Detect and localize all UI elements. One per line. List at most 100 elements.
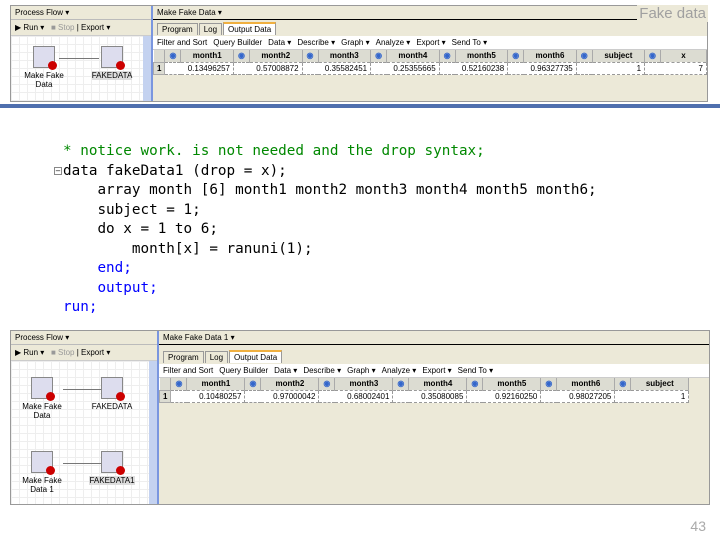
- main-title: Make Fake Data ▾: [153, 6, 707, 20]
- table-cell[interactable]: 0.13496257: [164, 61, 234, 75]
- tab-program[interactable]: Program: [157, 23, 198, 35]
- toolbar-button[interactable]: Graph ▾: [347, 366, 375, 375]
- toolbar-button[interactable]: Graph ▾: [341, 38, 369, 47]
- flow-node-program[interactable]: Make Fake Data 1: [17, 451, 67, 494]
- code-line: * notice work. is not needed and the dro…: [63, 143, 485, 159]
- column-type-icon: ◉: [507, 50, 525, 62]
- table-cell[interactable]: 7: [644, 61, 707, 75]
- toolbar-button[interactable]: Describe ▾: [297, 38, 335, 47]
- toolbar-button[interactable]: Query Builder: [213, 38, 262, 47]
- column-type-icon: ◉: [644, 50, 662, 62]
- flow-canvas: Make Fake Data FAKEDATA: [11, 36, 143, 101]
- column-header[interactable]: month3: [318, 50, 372, 62]
- toolbar-button[interactable]: Filter and Sort: [157, 38, 207, 47]
- tab-log[interactable]: Log: [204, 351, 229, 363]
- divider: [0, 104, 720, 108]
- row-number: 1: [158, 389, 172, 403]
- flow-node-dataset[interactable]: FAKEDATA: [87, 46, 137, 80]
- main-title: Make Fake Data 1 ▾: [159, 331, 709, 345]
- flow-node-program[interactable]: Make Fake Data: [17, 377, 67, 420]
- column-type-icon: ◉: [439, 50, 456, 62]
- export-button[interactable]: Export ▾: [81, 348, 110, 357]
- column-header[interactable]: month2: [260, 378, 320, 390]
- column-type-icon: ◉: [233, 50, 250, 62]
- table-cell[interactable]: 0.96327735: [507, 61, 577, 75]
- flow-node-dataset[interactable]: FAKEDATA1: [87, 451, 137, 485]
- fold-toggle-icon[interactable]: −: [54, 167, 62, 175]
- tab-output-data[interactable]: Output Data: [223, 22, 277, 35]
- column-header[interactable]: month1: [186, 378, 246, 390]
- table-icon: [101, 46, 125, 70]
- page-number: 43: [690, 518, 706, 534]
- table-cell[interactable]: 0.92160250: [466, 389, 542, 403]
- toolbar-button[interactable]: Query Builder: [219, 366, 268, 375]
- table-cell[interactable]: 0.10480257: [170, 389, 246, 403]
- main-panel: Make Fake Data ▾ Program Log Output Data F…: [152, 6, 707, 101]
- table-row: 1 0.13496257 0.57008872 0.35582451 0.2535566…: [152, 61, 707, 75]
- toolbar-button[interactable]: Export ▾: [416, 38, 445, 47]
- column-header[interactable]: month4: [386, 50, 440, 62]
- toolbar-button[interactable]: Data ▾: [268, 38, 291, 47]
- scrollbar[interactable]: [143, 36, 151, 101]
- process-flow-title: Process Flow ▾: [11, 6, 151, 20]
- column-header[interactable]: month6: [556, 378, 616, 390]
- column-type-icon: ◉: [244, 378, 262, 390]
- toolbar-button[interactable]: Describe ▾: [303, 366, 341, 375]
- table-cell[interactable]: 0.97000042: [244, 389, 320, 403]
- tabs: Program Log Output Data: [159, 345, 709, 364]
- column-header[interactable]: subject: [592, 50, 646, 62]
- stop-button[interactable]: ■ Stop: [51, 23, 75, 32]
- column-type-icon: ◉: [170, 378, 188, 390]
- column-header[interactable]: month5: [482, 378, 542, 390]
- header-row: ◉ month1 ◉ month2 ◉ month3 ◉ month4 ◉ month5 ◉ mont…: [159, 378, 690, 390]
- column-header[interactable]: month3: [334, 378, 394, 390]
- table-cell[interactable]: 0.68002401: [318, 389, 394, 403]
- toolbar-button[interactable]: Export ▾: [422, 366, 451, 375]
- table-cell[interactable]: 0.52160238: [438, 61, 509, 75]
- stop-button[interactable]: ■ Stop: [51, 348, 75, 357]
- data-grid[interactable]: ◉ month1 ◉ month2 ◉ month3 ◉ month4 ◉ month5 ◉ mont…: [152, 50, 707, 75]
- flow-node-program[interactable]: Make Fake Data: [19, 46, 69, 89]
- export-button[interactable]: Export ▾: [81, 23, 110, 32]
- toolbar-button[interactable]: Send To ▾: [452, 38, 487, 47]
- corner-cell: [159, 378, 172, 390]
- process-flow-title: Process Flow ▾: [11, 331, 157, 345]
- table-icon: [101, 451, 125, 475]
- code-line: run;: [63, 299, 98, 315]
- column-type-icon: ◉: [318, 378, 336, 390]
- tab-output-data[interactable]: Output Data: [229, 350, 283, 363]
- column-header[interactable]: x: [660, 50, 707, 62]
- data-toolbar: Filter and Sort Query Builder Data ▾ Descri…: [153, 36, 707, 50]
- run-button[interactable]: ▶ Run ▾: [15, 348, 44, 357]
- table-cell[interactable]: 0.98027205: [540, 389, 616, 403]
- column-header[interactable]: month6: [523, 50, 577, 62]
- run-button[interactable]: ▶ Run ▾: [15, 23, 44, 32]
- table-cell[interactable]: 1: [575, 61, 646, 75]
- toolbar-button[interactable]: Analyze ▾: [376, 38, 411, 47]
- data-grid[interactable]: ◉ month1 ◉ month2 ◉ month3 ◉ month4 ◉ month5 ◉ mont…: [158, 378, 690, 403]
- column-header[interactable]: month2: [249, 50, 303, 62]
- toolbar-button[interactable]: Data ▾: [274, 366, 297, 375]
- toolbar-button[interactable]: Filter and Sort: [163, 366, 213, 375]
- column-header[interactable]: subject: [630, 378, 690, 390]
- column-header[interactable]: month5: [455, 50, 509, 62]
- code-block: * notice work. is not needed and the dro…: [63, 142, 597, 318]
- column-type-icon: ◉: [370, 50, 388, 62]
- toolbar-button[interactable]: Analyze ▾: [382, 366, 417, 375]
- table-cell[interactable]: 1: [614, 389, 690, 403]
- table-cell[interactable]: 0.35582451: [301, 61, 372, 75]
- table-cell[interactable]: 0.25355665: [370, 61, 440, 75]
- data-toolbar: Filter and Sort Query Builder Data ▾ Descri…: [159, 364, 709, 378]
- scrollbar[interactable]: [149, 361, 157, 504]
- toolbar-button[interactable]: Send To ▾: [458, 366, 493, 375]
- program-icon: [33, 46, 57, 70]
- table-cell[interactable]: 0.35080085: [392, 389, 468, 403]
- column-header[interactable]: month4: [408, 378, 468, 390]
- tab-program[interactable]: Program: [163, 351, 204, 363]
- top-screenshot: Process Flow ▾ ▶ Run ▾ ■ Stop | Export ▾…: [10, 5, 708, 102]
- tab-log[interactable]: Log: [198, 23, 223, 35]
- flow-node-dataset[interactable]: FAKEDATA: [87, 377, 137, 411]
- table-cell[interactable]: 0.57008872: [233, 61, 303, 75]
- column-header[interactable]: month1: [180, 50, 234, 62]
- code-line: data fakeData1 (drop = x);: [63, 162, 287, 179]
